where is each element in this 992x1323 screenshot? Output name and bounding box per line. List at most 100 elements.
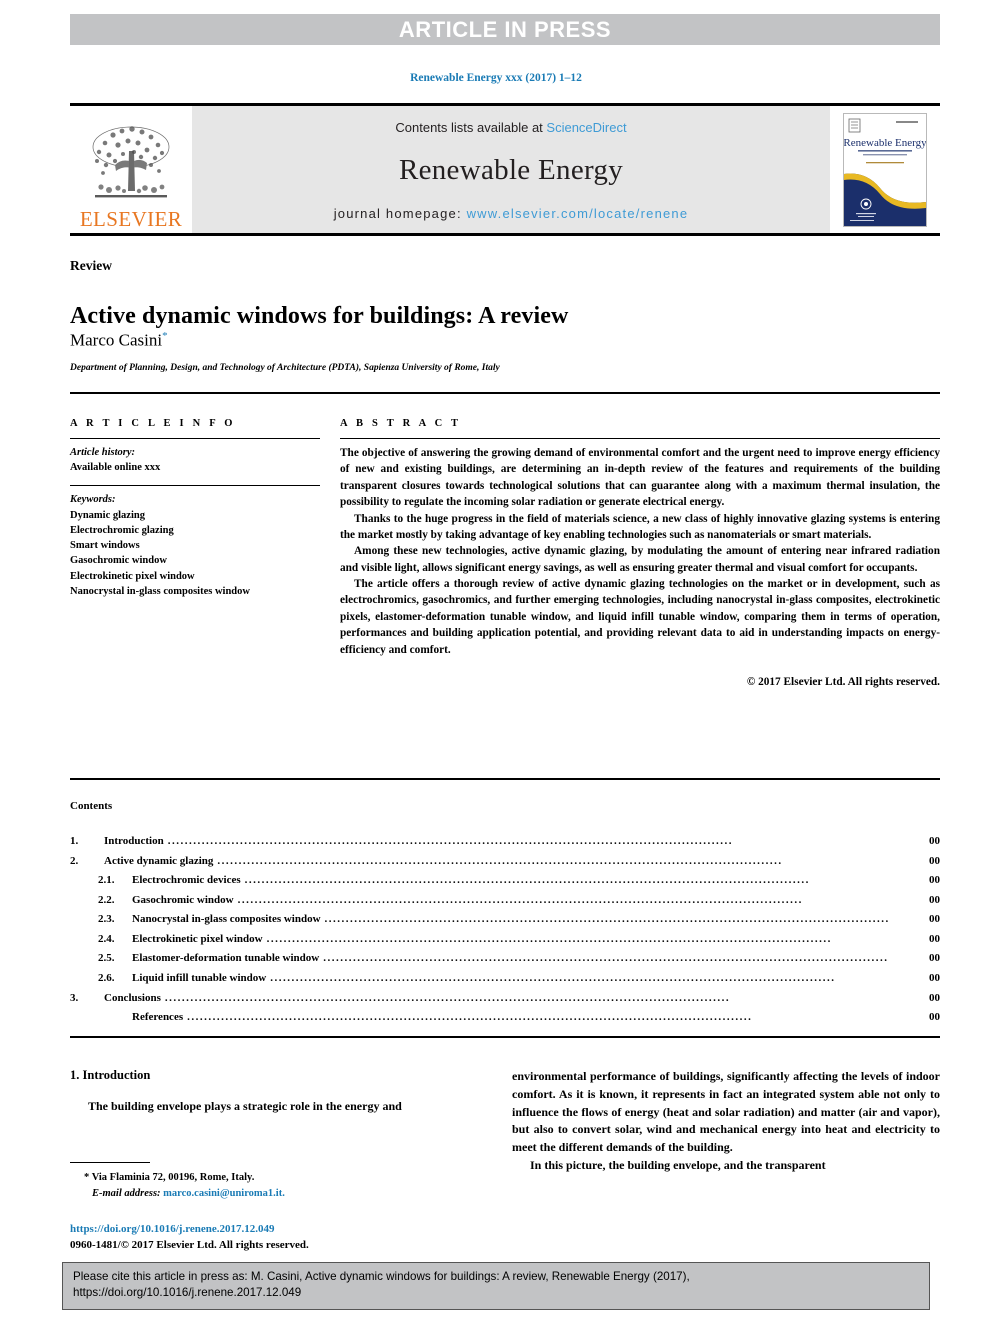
toc-label: Introduction: [104, 835, 164, 847]
footnote-block: * Via Flaminia 72, 00196, Rome, Italy. E…: [70, 1170, 480, 1202]
toc-number: 3.: [70, 991, 79, 1004]
body-paragraph: The building envelope plays a strategic …: [88, 1099, 402, 1113]
paper-page: ARTICLE IN PRESS Renewable Energy xxx (2…: [0, 0, 992, 1323]
toc-leader-dots: ........................................…: [324, 913, 890, 926]
toc-leader-dots: ........................................…: [237, 893, 803, 906]
article-info-heading: A R T I C L E I N F O: [70, 418, 236, 429]
author-email-link[interactable]: marco.casini@uniroma1.it.: [163, 1188, 285, 1199]
section-heading-introduction: 1. Introduction: [70, 1068, 151, 1082]
toc-number: 2.: [70, 854, 79, 867]
footnote-address: Via Flaminia 72, 00196, Rome, Italy.: [91, 1172, 255, 1183]
body-left-column: The building envelope plays a strategic …: [70, 1098, 480, 1116]
keyword-item: Electrochromic glazing: [70, 524, 174, 536]
toc-leader-dots: ........................................…: [266, 932, 832, 945]
toc-page-number: 00: [929, 1011, 940, 1024]
contents-available-line: Contents lists available at ScienceDirec…: [395, 120, 626, 135]
email-address-label: E-mail address:: [92, 1187, 161, 1199]
journal-title: Renewable Energy: [398, 154, 624, 186]
abstract-paragraph: The objective of answering the growing d…: [340, 447, 940, 509]
toc-label: Nanocrystal in-glass composites window: [132, 913, 321, 926]
page-title: Active dynamic windows for buildings: A …: [70, 303, 569, 330]
divider-below-abstract: [70, 778, 940, 780]
homepage-prefix: journal homepage:: [333, 206, 467, 221]
divider-above-body: [70, 1036, 940, 1038]
doi-link[interactable]: https://doi.org/10.1016/j.renene.2017.12…: [70, 1222, 490, 1238]
footnote-separator: [70, 1162, 150, 1163]
keywords-label: Keywords:: [70, 494, 116, 506]
toc-label: Liquid infill tunable window: [132, 972, 267, 985]
divider-above-abstract: [70, 392, 940, 394]
body-right-column: environmental performance of buildings, …: [512, 1068, 940, 1175]
issn-copyright-line: 0960-1481/© 2017 Elsevier Ltd. All right…: [70, 1238, 309, 1251]
toc-number: 2.4.: [98, 932, 115, 945]
toc-label: References: [132, 1011, 184, 1024]
toc-page-number: 00: [929, 854, 940, 867]
toc-label: Conclusions: [104, 991, 161, 1004]
toc-number: 2.2.: [98, 893, 115, 906]
journal-masthead: ELSEVIER Contents lists available at Sci…: [70, 103, 940, 236]
author-name: Marco Casini*: [70, 330, 168, 351]
elsevier-tree-icon: [92, 126, 170, 198]
abstract-paragraph: Thanks to the huge progress in the field…: [340, 512, 940, 541]
contents-heading: Contents: [70, 800, 113, 812]
journal-homepage-line: journal homepage: www.elsevier.com/locat…: [334, 206, 689, 221]
toc-leader-dots: ........................................…: [187, 1011, 753, 1024]
article-history-label: Article history:: [70, 447, 136, 458]
abstract-copyright: © 2017 Elsevier Ltd. All rights reserved…: [746, 675, 940, 688]
toc-leader-dots: ........................................…: [217, 854, 783, 867]
article-history-value: Available online xxx: [70, 462, 161, 474]
toc-entry[interactable]: 2.1. Electrochromic devices ............…: [70, 871, 940, 891]
toc-label: Electrokinetic pixel window: [132, 932, 263, 945]
author-affiliation: Department of Planning, Design, and Tech…: [70, 363, 500, 373]
body-paragraph: In this picture, the building envelope, …: [530, 1157, 826, 1172]
toc-entry[interactable]: 2.6. Liquid infill tunable window ......…: [70, 969, 940, 989]
toc-page-number: 00: [929, 952, 940, 965]
keyword-item: Dynamic glazing: [70, 509, 145, 521]
toc-entry[interactable]: 3. Conclusions .........................…: [70, 989, 940, 1009]
toc-leader-dots: ........................................…: [164, 991, 731, 1004]
toc-entry[interactable]: 2.2. Gasochromic window ................…: [70, 891, 940, 911]
toc-entry[interactable]: 2.4. Electrokinetic pixel window .......…: [70, 930, 940, 950]
elsevier-wordmark: ELSEVIER: [79, 207, 183, 231]
toc-entry[interactable]: 2.5. Elastomer-deformation tunable windo…: [70, 949, 940, 969]
abstract-column: A B S T R A C T The objective of answeri…: [340, 418, 940, 688]
keyword-item: Electrokinetic pixel window: [70, 570, 195, 582]
article-info-divider-top: [70, 438, 320, 439]
journal-homepage-link[interactable]: www.elsevier.com/locate/renene: [467, 206, 689, 221]
toc-label: Elastomer-deformation tunable window: [132, 952, 320, 965]
footnote-email-line: E-mail address: marco.casini@uniroma1.it…: [70, 1186, 480, 1202]
footnote-marker: *: [84, 1172, 90, 1183]
toc-entry[interactable]: References .............................…: [70, 1008, 940, 1028]
toc-leader-dots: ........................................…: [270, 972, 836, 985]
toc-entry[interactable]: 2.3. Nanocrystal in-glass composites win…: [70, 910, 940, 930]
journal-reference-line: Renewable Energy xxx (2017) 1–12: [410, 72, 582, 84]
toc-entry[interactable]: 1. Introduction ........................…: [70, 832, 940, 852]
masthead-right: Renewable Energy: [830, 106, 940, 233]
toc-page-number: 00: [929, 932, 940, 945]
cover-artwork: Renewable Energy: [844, 113, 926, 226]
toc-page-number: 00: [929, 835, 940, 847]
toc-leader-dots: ........................................…: [323, 952, 889, 965]
toc-page-number: 00: [929, 893, 940, 906]
svg-text:Renewable Energy: Renewable Energy: [844, 137, 926, 149]
toc-label: Gasochromic window: [132, 893, 234, 906]
abstract-paragraph: The article offers a thorough review of …: [340, 578, 940, 656]
article-type-label: Review: [70, 258, 112, 273]
toc-number: 2.1.: [98, 874, 115, 887]
toc-label: Electrochromic devices: [132, 874, 241, 887]
toc-number: 1.: [70, 835, 79, 847]
footnote-address-line: * Via Flaminia 72, 00196, Rome, Italy.: [70, 1170, 480, 1186]
toc-label: Active dynamic glazing: [104, 854, 214, 867]
toc-leader-dots: ........................................…: [244, 874, 810, 887]
toc-page-number: 00: [929, 991, 940, 1004]
toc-leader-dots: ........................................…: [167, 835, 733, 847]
contents-prefix: Contents lists available at: [395, 120, 547, 135]
corresponding-author-marker: *: [162, 330, 168, 342]
citation-notice-box: Please cite this article in press as: M.…: [62, 1262, 930, 1310]
journal-cover-thumbnail: Renewable Energy: [843, 112, 927, 227]
toc-entry[interactable]: 2. Active dynamic glazing ..............…: [70, 852, 940, 872]
abstract-divider: [340, 438, 940, 439]
elsevier-logo: ELSEVIER: [70, 106, 192, 233]
sciencedirect-link[interactable]: ScienceDirect: [546, 120, 626, 135]
keyword-item: Gasochromic window: [70, 555, 167, 567]
